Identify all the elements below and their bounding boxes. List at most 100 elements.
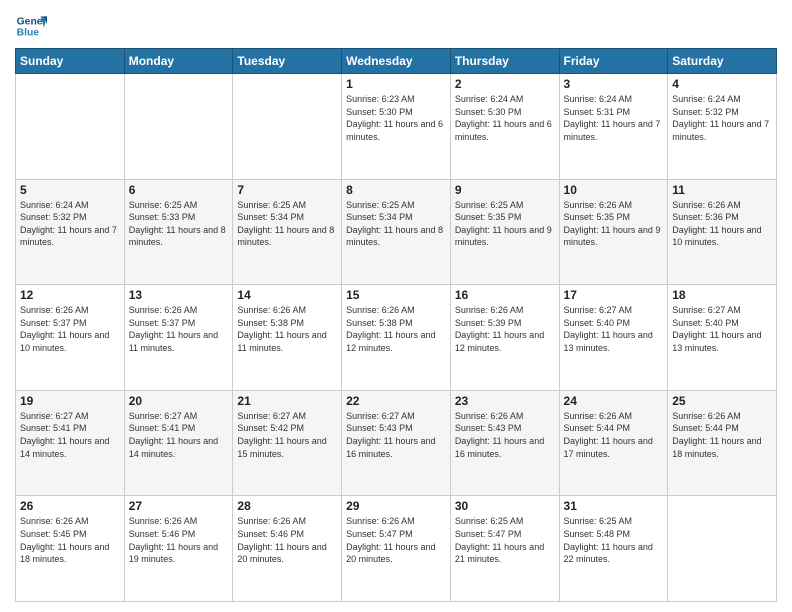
day-number: 16 <box>455 288 555 302</box>
calendar-cell: 21 Sunrise: 6:27 AM Sunset: 5:42 PM Dayli… <box>233 390 342 496</box>
calendar-cell <box>668 496 777 602</box>
cell-text: Sunrise: 6:24 AM Sunset: 5:32 PM Dayligh… <box>20 199 120 249</box>
calendar-header: SundayMondayTuesdayWednesdayThursdayFrid… <box>16 49 777 74</box>
cell-text: Sunrise: 6:24 AM Sunset: 5:32 PM Dayligh… <box>672 93 772 143</box>
calendar-cell: 2 Sunrise: 6:24 AM Sunset: 5:30 PM Daylig… <box>450 74 559 180</box>
cell-text: Sunrise: 6:26 AM Sunset: 5:36 PM Dayligh… <box>672 199 772 249</box>
cell-text: Sunrise: 6:26 AM Sunset: 5:38 PM Dayligh… <box>346 304 446 354</box>
cell-text: Sunrise: 6:27 AM Sunset: 5:41 PM Dayligh… <box>20 410 120 460</box>
calendar-cell: 28 Sunrise: 6:26 AM Sunset: 5:46 PM Dayli… <box>233 496 342 602</box>
day-number: 4 <box>672 77 772 91</box>
calendar-cell: 12 Sunrise: 6:26 AM Sunset: 5:37 PM Dayli… <box>16 285 125 391</box>
calendar-cell: 26Sunrise: 6:26 AM Sunset: 5:45 PM Dayli… <box>16 496 125 602</box>
header-row: SundayMondayTuesdayWednesdayThursdayFrid… <box>16 49 777 74</box>
calendar-cell: 15 Sunrise: 6:26 AM Sunset: 5:38 PM Dayli… <box>342 285 451 391</box>
calendar-cell: 1Sunrise: 6:23 AM Sunset: 5:30 PM Daylig… <box>342 74 451 180</box>
calendar-cell <box>124 74 233 180</box>
day-number: 22 <box>346 394 446 408</box>
day-number: 9 <box>455 183 555 197</box>
calendar-cell: 31 Sunrise: 6:25 AM Sunset: 5:48 PM Dayli… <box>559 496 668 602</box>
header-day-friday: Friday <box>559 49 668 74</box>
day-number: 2 <box>455 77 555 91</box>
calendar-cell: 19 Sunrise: 6:27 AM Sunset: 5:41 PM Dayli… <box>16 390 125 496</box>
header-day-sunday: Sunday <box>16 49 125 74</box>
cell-text: Sunrise: 6:26 AM Sunset: 5:46 PM Dayligh… <box>129 515 229 565</box>
calendar-cell: 10Sunrise: 6:26 AM Sunset: 5:35 PM Dayli… <box>559 179 668 285</box>
calendar-cell: 29Sunrise: 6:26 AM Sunset: 5:47 PM Dayli… <box>342 496 451 602</box>
day-number: 8 <box>346 183 446 197</box>
calendar-cell: 20 Sunrise: 6:27 AM Sunset: 5:41 PM Dayli… <box>124 390 233 496</box>
cell-text: Sunrise: 6:27 AM Sunset: 5:41 PM Dayligh… <box>129 410 229 460</box>
cell-text: Sunrise: 6:25 AM Sunset: 5:33 PM Dayligh… <box>129 199 229 249</box>
calendar-cell: 7 Sunrise: 6:25 AM Sunset: 5:34 PM Daylig… <box>233 179 342 285</box>
cell-text: Sunrise: 6:25 AM Sunset: 5:47 PM Dayligh… <box>455 515 555 565</box>
header: General Blue <box>15 10 777 42</box>
day-number: 19 <box>20 394 120 408</box>
cell-text: Sunrise: 6:27 AM Sunset: 5:42 PM Dayligh… <box>237 410 337 460</box>
day-number: 31 <box>564 499 664 513</box>
day-number: 18 <box>672 288 772 302</box>
day-number: 7 <box>237 183 337 197</box>
cell-text: Sunrise: 6:25 AM Sunset: 5:35 PM Dayligh… <box>455 199 555 249</box>
day-number: 5 <box>20 183 120 197</box>
calendar-cell <box>233 74 342 180</box>
cell-text: Sunrise: 6:26 AM Sunset: 5:35 PM Dayligh… <box>564 199 664 249</box>
calendar-cell: 25 Sunrise: 6:26 AM Sunset: 5:44 PM Dayli… <box>668 390 777 496</box>
cell-text: Sunrise: 6:27 AM Sunset: 5:40 PM Dayligh… <box>564 304 664 354</box>
day-number: 26 <box>20 499 120 513</box>
header-day-tuesday: Tuesday <box>233 49 342 74</box>
cell-text: Sunrise: 6:25 AM Sunset: 5:34 PM Dayligh… <box>237 199 337 249</box>
cell-text: Sunrise: 6:26 AM Sunset: 5:47 PM Dayligh… <box>346 515 446 565</box>
page: General Blue SundayMondayTuesdayWednesda… <box>0 0 792 612</box>
calendar-cell: 23 Sunrise: 6:26 AM Sunset: 5:43 PM Dayli… <box>450 390 559 496</box>
calendar-cell: 6 Sunrise: 6:25 AM Sunset: 5:33 PM Daylig… <box>124 179 233 285</box>
cell-text: Sunrise: 6:26 AM Sunset: 5:38 PM Dayligh… <box>237 304 337 354</box>
calendar-cell: 11 Sunrise: 6:26 AM Sunset: 5:36 PM Dayli… <box>668 179 777 285</box>
cell-text: Sunrise: 6:26 AM Sunset: 5:46 PM Dayligh… <box>237 515 337 565</box>
day-number: 12 <box>20 288 120 302</box>
cell-text: Sunrise: 6:24 AM Sunset: 5:31 PM Dayligh… <box>564 93 664 143</box>
calendar-cell: 18Sunrise: 6:27 AM Sunset: 5:40 PM Dayli… <box>668 285 777 391</box>
day-number: 3 <box>564 77 664 91</box>
cell-text: Sunrise: 6:23 AM Sunset: 5:30 PM Dayligh… <box>346 93 446 143</box>
cell-text: Sunrise: 6:26 AM Sunset: 5:37 PM Dayligh… <box>129 304 229 354</box>
calendar-cell: 22Sunrise: 6:27 AM Sunset: 5:43 PM Dayli… <box>342 390 451 496</box>
cell-text: Sunrise: 6:26 AM Sunset: 5:44 PM Dayligh… <box>672 410 772 460</box>
day-number: 13 <box>129 288 229 302</box>
day-number: 21 <box>237 394 337 408</box>
day-number: 23 <box>455 394 555 408</box>
day-number: 25 <box>672 394 772 408</box>
calendar-cell: 13 Sunrise: 6:26 AM Sunset: 5:37 PM Dayli… <box>124 285 233 391</box>
cell-text: Sunrise: 6:26 AM Sunset: 5:44 PM Dayligh… <box>564 410 664 460</box>
cell-text: Sunrise: 6:25 AM Sunset: 5:48 PM Dayligh… <box>564 515 664 565</box>
calendar-body: 1Sunrise: 6:23 AM Sunset: 5:30 PM Daylig… <box>16 74 777 602</box>
calendar-cell: 30Sunrise: 6:25 AM Sunset: 5:47 PM Dayli… <box>450 496 559 602</box>
day-number: 24 <box>564 394 664 408</box>
header-day-wednesday: Wednesday <box>342 49 451 74</box>
day-number: 6 <box>129 183 229 197</box>
logo: General Blue <box>15 10 47 42</box>
calendar-cell <box>16 74 125 180</box>
cell-text: Sunrise: 6:26 AM Sunset: 5:43 PM Dayligh… <box>455 410 555 460</box>
calendar-table: SundayMondayTuesdayWednesdayThursdayFrid… <box>15 48 777 602</box>
cell-text: Sunrise: 6:25 AM Sunset: 5:34 PM Dayligh… <box>346 199 446 249</box>
cell-text: Sunrise: 6:24 AM Sunset: 5:30 PM Dayligh… <box>455 93 555 143</box>
week-row-1: 5 Sunrise: 6:24 AM Sunset: 5:32 PM Daylig… <box>16 179 777 285</box>
header-day-thursday: Thursday <box>450 49 559 74</box>
calendar-cell: 3 Sunrise: 6:24 AM Sunset: 5:31 PM Daylig… <box>559 74 668 180</box>
day-number: 11 <box>672 183 772 197</box>
calendar-cell: 24 Sunrise: 6:26 AM Sunset: 5:44 PM Dayli… <box>559 390 668 496</box>
header-day-saturday: Saturday <box>668 49 777 74</box>
day-number: 17 <box>564 288 664 302</box>
calendar-cell: 9 Sunrise: 6:25 AM Sunset: 5:35 PM Daylig… <box>450 179 559 285</box>
calendar-cell: 8 Sunrise: 6:25 AM Sunset: 5:34 PM Daylig… <box>342 179 451 285</box>
day-number: 20 <box>129 394 229 408</box>
week-row-2: 12 Sunrise: 6:26 AM Sunset: 5:37 PM Dayli… <box>16 285 777 391</box>
day-number: 14 <box>237 288 337 302</box>
day-number: 15 <box>346 288 446 302</box>
calendar-cell: 5 Sunrise: 6:24 AM Sunset: 5:32 PM Daylig… <box>16 179 125 285</box>
svg-text:Blue: Blue <box>17 28 40 39</box>
calendar-cell: 14 Sunrise: 6:26 AM Sunset: 5:38 PM Dayli… <box>233 285 342 391</box>
day-number: 28 <box>237 499 337 513</box>
cell-text: Sunrise: 6:26 AM Sunset: 5:37 PM Dayligh… <box>20 304 120 354</box>
